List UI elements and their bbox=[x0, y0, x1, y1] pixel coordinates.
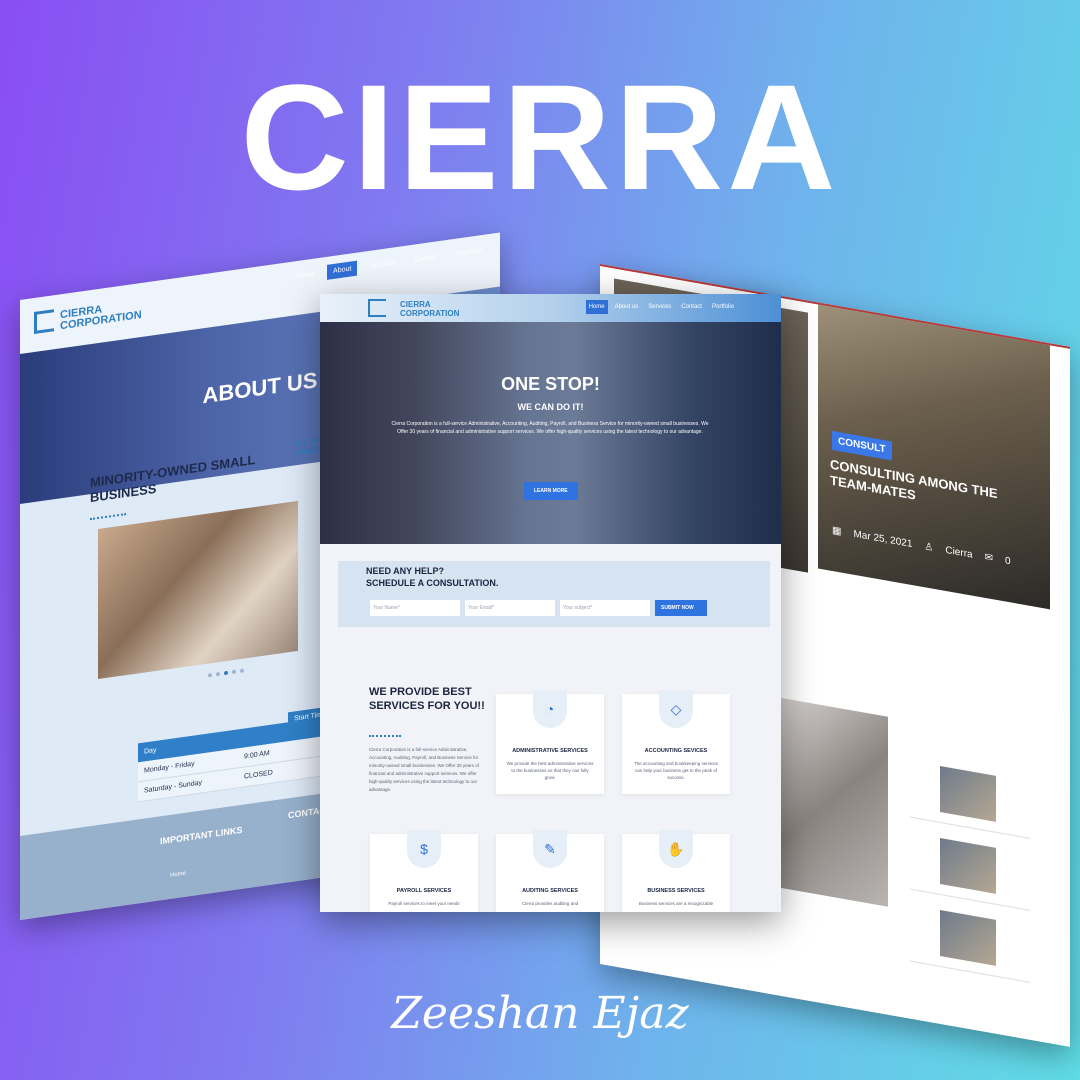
service-text: Cierra provides auditing and bbox=[521, 901, 579, 906]
dollar-icon: $ bbox=[407, 830, 441, 868]
consultation-title: NEED ANY HELP? SCHEDULE A CONSULTATION. bbox=[366, 565, 498, 589]
carousel-dots bbox=[208, 668, 244, 678]
learn-more-button[interactable]: LEARN MORE bbox=[524, 482, 578, 500]
services-text: Cierra Corporation is a full-service Adm… bbox=[369, 747, 479, 792]
post-author[interactable]: Cierra bbox=[945, 545, 972, 561]
author-signature: Zeeshan Ejaz bbox=[391, 988, 689, 1039]
nav-portfolio[interactable]: Portfolio bbox=[709, 300, 737, 314]
home-nav: Home About us Services Contact Portfolio bbox=[585, 300, 737, 314]
post-title[interactable]: CONSULTING AMONG THE TEAM-MATES bbox=[830, 457, 1030, 524]
post-meta: ▦ Mar 25, 2021 ♙ Cierra ✉ 0 bbox=[832, 525, 1011, 567]
nav-services[interactable]: Services bbox=[363, 254, 402, 274]
about-nav: Home About Services Contact Portfolio bbox=[290, 242, 488, 285]
service-text: The accounting and bookkeeping services … bbox=[633, 761, 719, 780]
services-title: WE PROVIDE BEST SERVICES FOR YOU!! bbox=[369, 686, 485, 712]
nav-home[interactable]: Home bbox=[290, 266, 321, 285]
service-card-business[interactable]: ✋ BUSINESS SERVICES Business services ar… bbox=[622, 830, 730, 912]
hours-table: Day Monday - Friday 9:00 AM Saturday - S… bbox=[138, 715, 338, 803]
service-card-administrative[interactable]: ◔ ADMINISTRATIVE SERVICES We provide the… bbox=[496, 690, 604, 794]
submit-button[interactable]: SUBMIT NOW bbox=[655, 600, 707, 616]
email-input[interactable]: Your Email* bbox=[465, 600, 555, 616]
home-header: CIERRA CORPORATION Home About us Service… bbox=[320, 294, 781, 322]
handshake-icon: ✋ bbox=[659, 830, 693, 868]
service-title: ADMINISTRATIVE SERVICES bbox=[512, 748, 588, 754]
category-badge[interactable]: CONSULT bbox=[832, 430, 892, 461]
recent-post-thumb[interactable] bbox=[940, 765, 996, 822]
logo-mark-icon bbox=[34, 309, 54, 335]
form-fields: Your Name* Your Email* Your subject* SUB… bbox=[370, 600, 707, 616]
nav-home[interactable]: Home bbox=[585, 300, 608, 314]
logo-line-2: CORPORATION bbox=[400, 309, 460, 318]
carousel-dot[interactable] bbox=[216, 671, 220, 677]
service-text: Business services are a recognizable bbox=[638, 901, 714, 906]
nav-contact[interactable]: Contact bbox=[678, 300, 705, 314]
wave-divider bbox=[369, 734, 401, 737]
post-date: Mar 25, 2021 bbox=[853, 528, 913, 551]
hero-subtitle: WE CAN DO IT! bbox=[517, 402, 584, 412]
divider bbox=[910, 960, 1030, 983]
comment-icon: ✉ bbox=[984, 551, 993, 565]
calendar-icon: ▦ bbox=[832, 524, 842, 538]
service-card-payroll[interactable]: $ PAYROLL SERVICES Payroll services to m… bbox=[370, 830, 478, 912]
divider bbox=[910, 888, 1030, 911]
service-card-auditing[interactable]: ✎ AUDITING SERVICES Cierra provides audi… bbox=[496, 830, 604, 912]
pie-chart-icon: ◔ bbox=[533, 690, 567, 728]
footer-link-home[interactable]: Home bbox=[170, 871, 186, 879]
edit-icon: ✎ bbox=[533, 830, 567, 868]
carousel-dot[interactable] bbox=[208, 673, 212, 678]
consultation-title-line: SCHEDULE A CONSULTATION. bbox=[366, 578, 499, 588]
post-comments[interactable]: 0 bbox=[1005, 555, 1011, 567]
user-icon: ♙ bbox=[924, 541, 934, 554]
service-card-accounting[interactable]: ◇ ACCOUNTING SEVICES The accounting and … bbox=[622, 690, 730, 794]
hero-title: ONE STOP! bbox=[501, 374, 600, 394]
recent-post-thumb[interactable] bbox=[940, 909, 996, 966]
service-title: AUDITING SERVICES bbox=[522, 888, 578, 894]
carousel-dot[interactable] bbox=[232, 669, 236, 675]
service-title: PAYROLL SERVICES bbox=[396, 888, 452, 894]
service-title: BUSINESS SERVICES bbox=[647, 888, 705, 894]
nav-about[interactable]: About us bbox=[612, 300, 642, 314]
team-photo bbox=[98, 500, 298, 680]
home-logo[interactable]: CIERRA CORPORATION bbox=[400, 300, 459, 318]
carousel-dot[interactable] bbox=[240, 668, 244, 674]
diamond-icon: ◇ bbox=[659, 690, 693, 728]
nav-contact[interactable]: Contact bbox=[408, 248, 444, 268]
blog-image-office[interactable] bbox=[770, 695, 888, 907]
about-logo[interactable]: CIERRA CORPORATION bbox=[60, 299, 142, 332]
carousel-dot-active[interactable] bbox=[224, 670, 228, 676]
wave-divider bbox=[90, 511, 126, 521]
nav-about[interactable]: About bbox=[327, 260, 358, 280]
logo-mark-icon bbox=[368, 299, 386, 317]
consultation-title-line: NEED ANY HELP? bbox=[366, 566, 445, 576]
footer-links-title: IMPORTANT LINKS bbox=[160, 824, 243, 847]
nav-portfolio[interactable]: Portfolio bbox=[450, 242, 488, 262]
consultation-form: NEED ANY HELP? SCHEDULE A CONSULTATION. … bbox=[338, 561, 770, 627]
name-input[interactable]: Your Name* bbox=[370, 600, 460, 616]
home-hero: ONE STOP! WE CAN DO IT! Cierra Corporati… bbox=[320, 322, 781, 544]
banner-title: CIERRA bbox=[240, 53, 840, 221]
service-title: ACCOUNTING SEVICES bbox=[644, 748, 708, 754]
divider bbox=[910, 816, 1030, 839]
service-text: We provide the best administrative servi… bbox=[506, 761, 594, 780]
home-page-mockup: CIERRA CORPORATION Home About us Service… bbox=[320, 294, 781, 912]
blog-post-card[interactable]: CONSULT CONSULTING AMONG THE TEAM-MATES … bbox=[818, 278, 1050, 610]
subject-input[interactable]: Your subject* bbox=[560, 600, 650, 616]
recent-post-thumb[interactable] bbox=[940, 837, 996, 894]
hero-text: Cierra Corporation is a full-service Adm… bbox=[391, 421, 709, 435]
logo-line-1: CIERRA bbox=[400, 300, 431, 309]
service-text: Payroll services to meet your needs bbox=[388, 901, 460, 906]
nav-services[interactable]: Services bbox=[645, 300, 674, 314]
